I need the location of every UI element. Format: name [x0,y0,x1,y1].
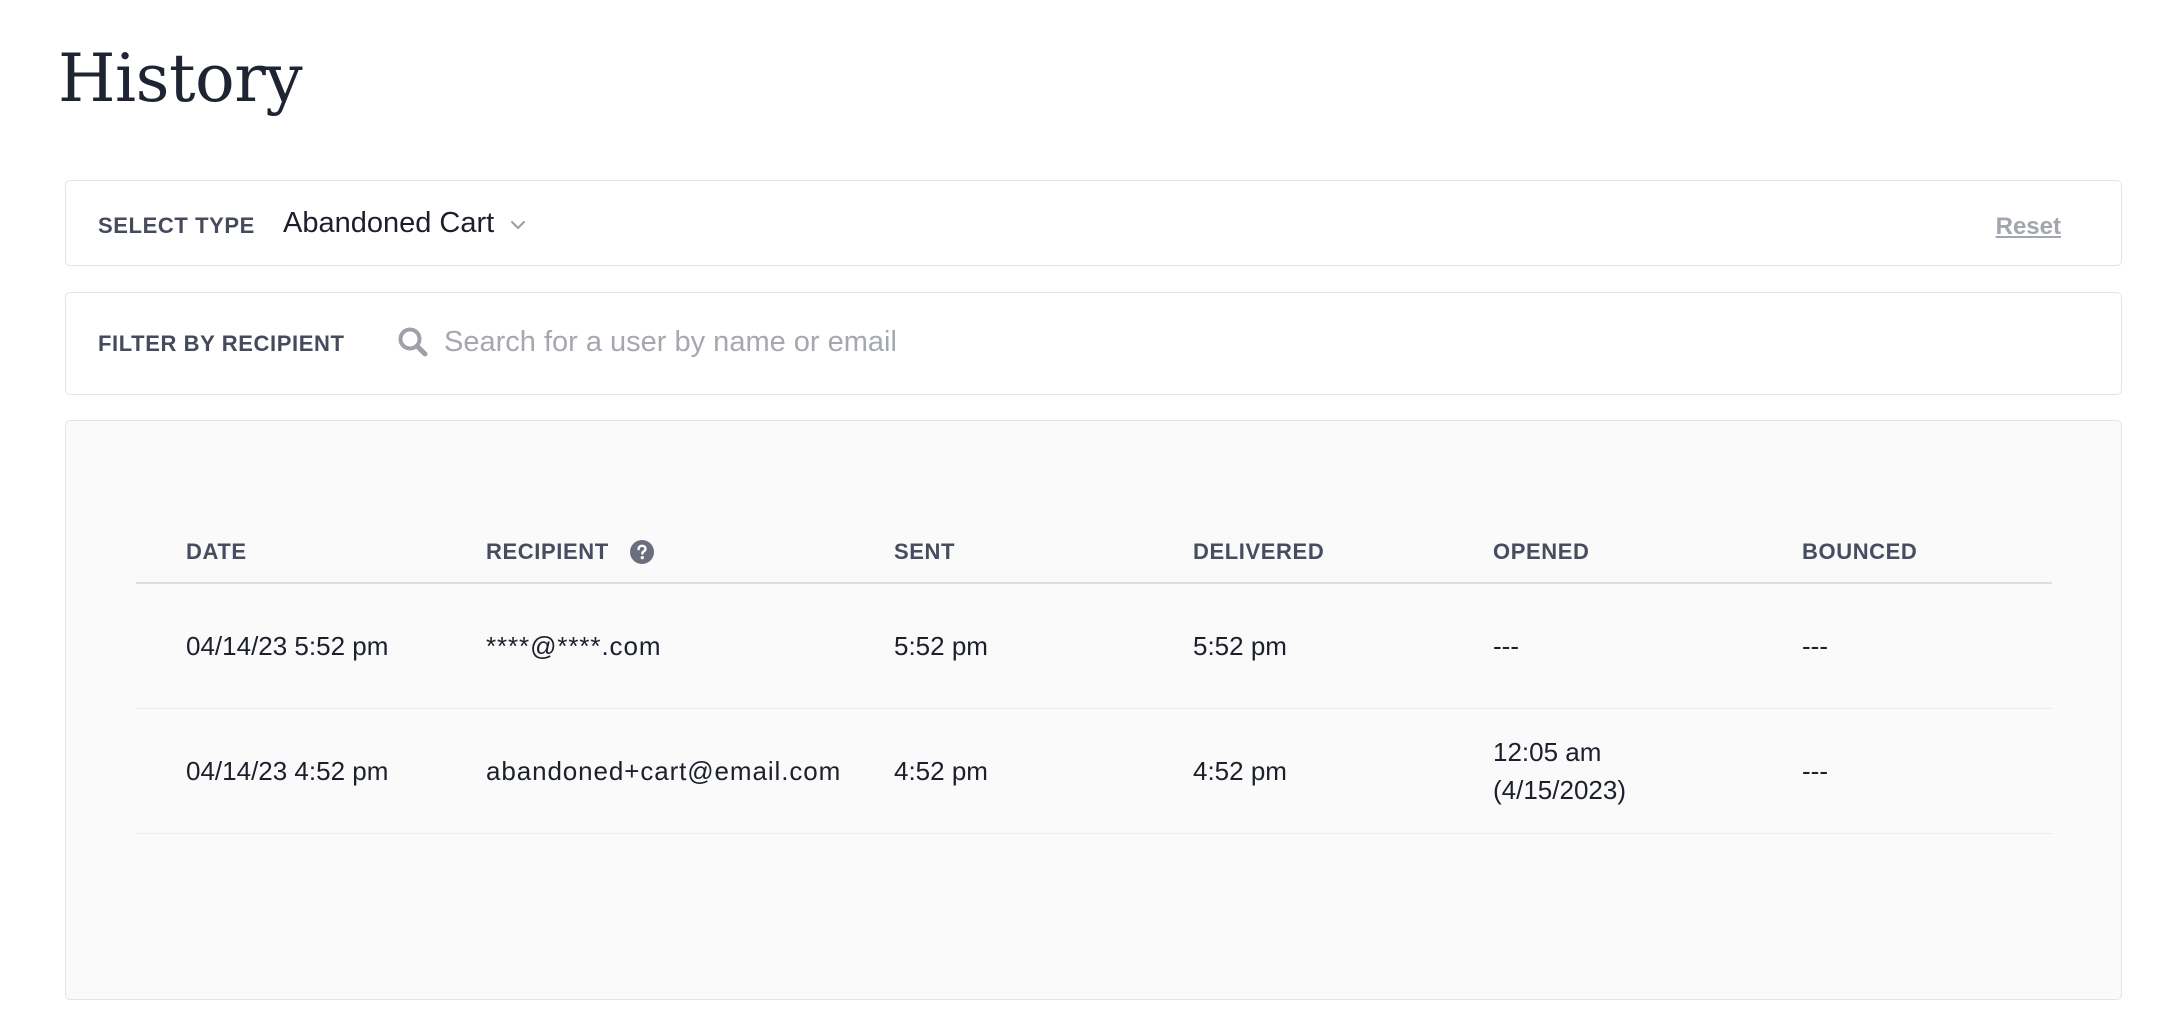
search-icon [398,327,428,357]
type-filter-bar: SELECT TYPE Abandoned Cart Reset [65,180,2122,266]
history-table-panel: DATE RECIPIENT SENT DELIVERED OPENED BOU… [65,420,2122,1000]
cell-date: 04/14/23 4:52 pm [186,756,389,786]
reset-link[interactable]: Reset [1996,213,2061,241]
cell-date: 04/14/23 5:52 pm [186,631,389,661]
cell-bounced: --- [1802,756,1828,786]
search-box [396,319,1344,365]
header-recipient: RECIPIENT [486,539,655,565]
recipient-search-input[interactable] [444,319,1344,365]
cell-recipient: ****@****.com [486,631,662,661]
header-date: DATE [186,539,247,564]
page-title: History [58,40,303,117]
filter-by-recipient-label: FILTER BY RECIPIENT [98,331,345,356]
cell-opened: 12:05 am (4/15/2023) [1493,737,1626,805]
select-type-label: SELECT TYPE [98,213,255,238]
cell-opened: --- [1493,631,1519,661]
cell-delivered: 4:52 pm [1193,756,1287,786]
recipient-filter-bar: FILTER BY RECIPIENT [65,292,2122,395]
header-sent: SENT [894,539,956,564]
cell-bounced: --- [1802,631,1828,661]
table-row: 04/14/23 4:52 pm abandoned+cart@email.co… [136,709,2052,834]
cell-sent: 5:52 pm [894,631,988,661]
type-dropdown-value: Abandoned Cart [283,207,495,239]
cell-recipient: abandoned+cart@email.com [486,756,842,786]
header-recipient-label: RECIPIENT [486,539,609,564]
chevron-down-icon [511,220,526,229]
type-dropdown[interactable]: Abandoned Cart [283,207,528,240]
header-bounced: BOUNCED [1802,539,1918,564]
cell-sent: 4:52 pm [894,756,988,786]
header-opened: OPENED [1493,539,1590,564]
history-table: DATE RECIPIENT SENT DELIVERED OPENED BOU… [136,481,2052,834]
question-circle-icon[interactable] [629,539,655,565]
table-row: 04/14/23 5:52 pm ****@****.com 5:52 pm 5… [136,584,2052,709]
cell-delivered: 5:52 pm [1193,631,1287,661]
table-header: DATE RECIPIENT SENT DELIVERED OPENED BOU… [136,481,2052,584]
header-delivered: DELIVERED [1193,539,1325,564]
